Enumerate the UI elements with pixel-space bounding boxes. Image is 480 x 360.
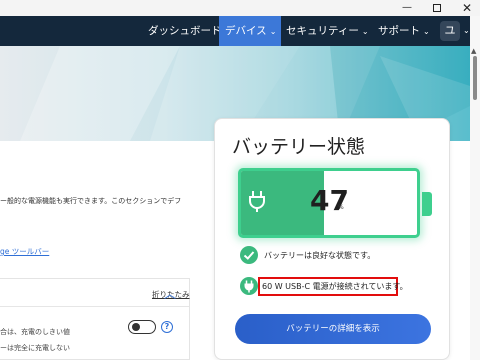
close-icon: ✕ (461, 1, 473, 15)
power-source-status: 60 W USB-C 電源が接続されています。 (262, 282, 408, 291)
divider (0, 306, 189, 307)
maximize-button[interactable] (422, 0, 452, 16)
chevron-down-icon: ⌄ (361, 27, 369, 36)
battery-percentage: 47 (310, 184, 349, 217)
minimize-icon: — (402, 2, 412, 13)
help-icon[interactable]: ? (161, 321, 173, 333)
section-description: ー般的な電源機能も実行できます。このセクションでデフ (0, 197, 182, 205)
nav-item-label: デバイス (225, 25, 267, 37)
maximize-icon (433, 4, 441, 12)
plug-icon (249, 191, 265, 212)
user-avatar[interactable]: ユ (440, 21, 460, 41)
charge-threshold-toggle[interactable] (128, 320, 156, 334)
chevron-down-icon: ⌄ (269, 27, 277, 36)
power-plug-icon (240, 277, 258, 295)
battery-terminal (422, 192, 432, 216)
chevron-down-icon: ⌄ (423, 27, 430, 36)
battery-health-status: バッテリーは良好な状態です。 (264, 251, 376, 260)
nav-item-label: ダッシュボード (148, 25, 222, 37)
close-button[interactable]: ✕ (452, 0, 480, 16)
check-icon (240, 246, 258, 264)
setting-description: ーは完全に充電しない (0, 344, 70, 352)
top-navigation: ダッシュボード デバイス ⌄ セキュリティー ⌄ サポート ⌄ (0, 16, 470, 46)
nav-item-label: サポート (378, 25, 420, 37)
nav-item-label: セキュリティー (286, 25, 359, 37)
nav-item-support[interactable]: サポート ⌄ (378, 16, 430, 46)
edge-toolbar-link[interactable]: ge ツールバー (0, 246, 49, 257)
scroll-up-icon[interactable]: ▲ (471, 47, 476, 55)
setting-description: 合は、充電のしきい値 (0, 328, 70, 336)
view-battery-details-button[interactable]: バッテリーの詳細を表示 (235, 314, 431, 344)
chevron-down-icon[interactable]: ⌄ (463, 16, 470, 46)
nav-item-security[interactable]: セキュリティー ⌄ (286, 16, 369, 46)
chevron-up-icon[interactable]: ︿ (164, 285, 176, 302)
nav-item-dashboard[interactable]: ダッシュボード (148, 16, 222, 46)
nav-item-devices[interactable]: デバイス ⌄ (219, 16, 281, 46)
scrollbar-thumb[interactable] (473, 56, 477, 100)
percent-unit: % (338, 204, 344, 211)
battery-card-title: バッテリー状態 (232, 136, 366, 158)
toggle-knob (132, 323, 140, 331)
minimize-button[interactable]: — (392, 0, 422, 16)
